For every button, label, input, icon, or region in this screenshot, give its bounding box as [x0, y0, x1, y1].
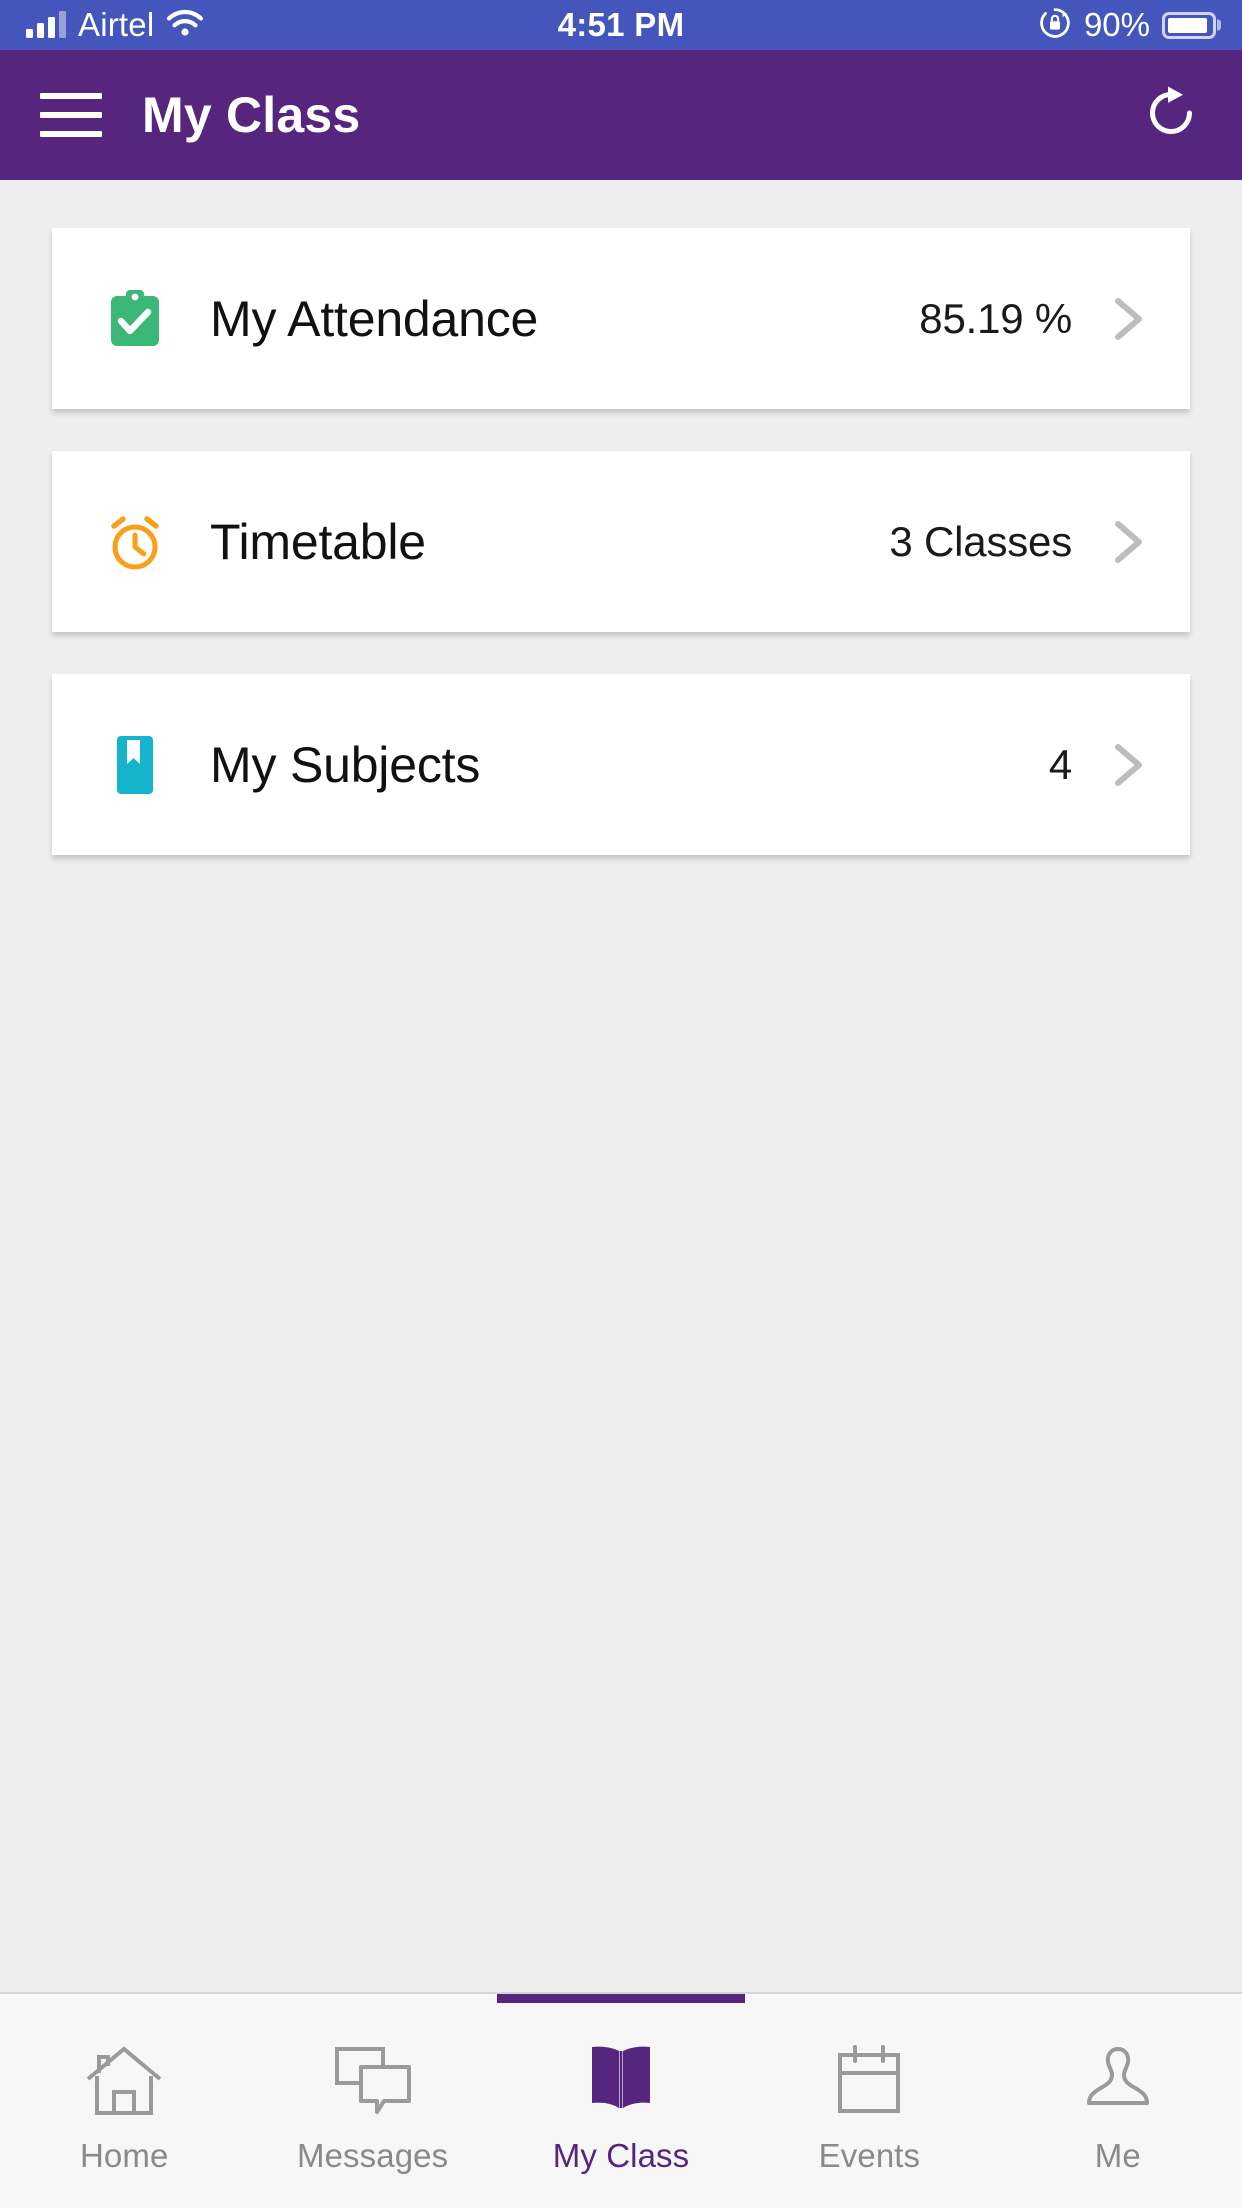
- status-bar: Airtel 4:51 PM 90%: [0, 0, 1242, 50]
- battery-percent-label: 90%: [1083, 6, 1150, 43]
- main-content: My Attendance 85.19 % Timetable 3 Classe…: [0, 180, 1242, 1992]
- wifi-icon: [166, 9, 204, 42]
- tab-label: Messages: [297, 2137, 449, 2174]
- chat-bubbles-icon: [331, 2041, 415, 2121]
- list-item-label: Timetable: [210, 513, 426, 570]
- tab-messages[interactable]: Messages: [248, 1994, 496, 2208]
- active-tab-indicator: [497, 1994, 746, 2003]
- hamburger-menu-icon[interactable]: [40, 93, 102, 137]
- open-book-icon: [581, 2041, 661, 2121]
- app-bar-actions: [1140, 82, 1202, 149]
- tab-me[interactable]: Me: [994, 1994, 1242, 2208]
- tab-label: Me: [1094, 2137, 1141, 2174]
- page-title: My Class: [142, 87, 361, 143]
- status-bar-left: Airtel: [26, 6, 204, 44]
- tab-my-class[interactable]: My Class: [497, 1994, 746, 2208]
- status-bar-right: 90%: [1038, 6, 1216, 45]
- bottom-navigation: Home Messages My Class Events Me: [0, 1992, 1242, 2208]
- chevron-right-icon: [1112, 296, 1146, 342]
- signal-bars-icon: [26, 11, 66, 38]
- carrier-label: Airtel: [78, 6, 155, 43]
- battery-icon: [1162, 11, 1216, 39]
- chevron-right-icon: [1112, 742, 1146, 788]
- app-bar: My Class: [0, 50, 1242, 180]
- list-item-my-subjects[interactable]: My Subjects 4: [52, 674, 1190, 855]
- tab-label: Events: [818, 2137, 921, 2174]
- list-item-timetable[interactable]: Timetable 3 Classes: [52, 451, 1190, 632]
- list-item-label: My Attendance: [210, 290, 539, 347]
- list-item-value: 85.19 %: [919, 294, 1072, 342]
- clipboard-check-icon: [104, 288, 166, 350]
- calendar-icon: [831, 2041, 907, 2121]
- rotation-lock-icon: [1038, 6, 1072, 45]
- chevron-right-icon: [1112, 519, 1146, 565]
- tab-home[interactable]: Home: [0, 1994, 248, 2208]
- app-screen: Airtel 4:51 PM 90% My Class My Attendanc…: [0, 0, 1242, 2208]
- person-icon: [1083, 2041, 1153, 2121]
- list-item-value: 4: [1048, 740, 1072, 788]
- refresh-icon[interactable]: [1140, 82, 1202, 149]
- tab-label: Home: [79, 2137, 169, 2174]
- bookmark-book-icon: [104, 734, 166, 796]
- alarm-clock-icon: [104, 511, 166, 573]
- home-icon: [83, 2041, 165, 2121]
- list-item-my-attendance[interactable]: My Attendance 85.19 %: [52, 228, 1190, 409]
- tab-label: My Class: [552, 2137, 690, 2174]
- list-item-label: My Subjects: [210, 736, 481, 793]
- tab-events[interactable]: Events: [745, 1994, 993, 2208]
- list-item-value: 3 Classes: [889, 517, 1072, 565]
